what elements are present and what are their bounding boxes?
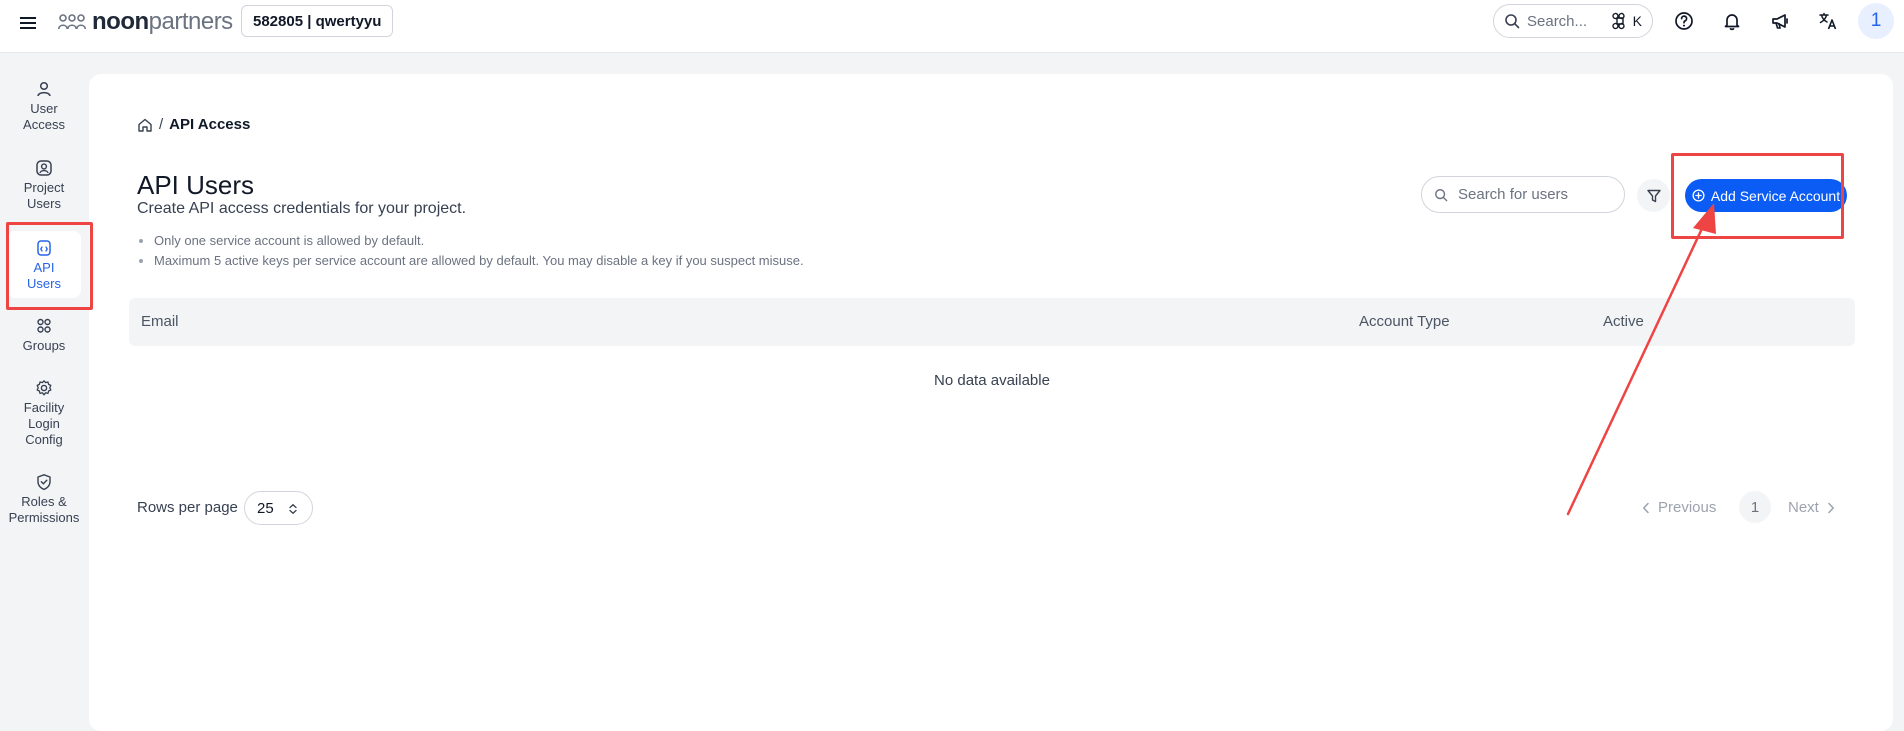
megaphone-icon — [1772, 14, 1788, 29]
chevron-up-down-icon — [289, 503, 297, 515]
sidebar-item-label: Project Users — [23, 180, 65, 211]
api-icon — [37, 240, 51, 256]
rows-per-page-value: 25 — [257, 499, 274, 517]
page-title: API Users — [137, 170, 255, 200]
previous-page-button[interactable]: Previous — [1642, 499, 1716, 516]
table-header: Email Account Type Active — [129, 298, 1855, 346]
logo-people-icon — [58, 14, 86, 30]
breadcrumb-current: API Access — [169, 116, 251, 133]
sidebar-item-label: API Users — [27, 260, 61, 291]
logo-text: noonpartners — [92, 8, 233, 35]
translate-icon — [1819, 12, 1837, 30]
empty-state: No data available — [934, 372, 1050, 389]
column-header-email[interactable]: Email — [141, 313, 179, 330]
groups-icon — [37, 318, 51, 333]
search-icon — [1435, 188, 1448, 201]
breadcrumb-separator: / — [159, 116, 164, 133]
bell-icon — [1724, 14, 1740, 31]
sidebar-nav: User Access Project Users API Users Grou… — [0, 54, 89, 731]
command-key-icon — [1612, 12, 1625, 30]
sidebar-item-api-users[interactable]: API Users — [7, 231, 81, 298]
help-button[interactable] — [1672, 9, 1696, 33]
rows-per-page-label: Rows per page — [137, 499, 238, 516]
filter-button[interactable] — [1637, 179, 1670, 212]
column-header-account-type[interactable]: Account Type — [1359, 313, 1450, 330]
user-badge-icon — [36, 160, 52, 176]
gear-icon — [36, 380, 52, 396]
policy-note: Only one service account is allowed by d… — [137, 231, 804, 251]
next-page-button[interactable]: Next — [1788, 499, 1835, 516]
search-icon — [1505, 14, 1520, 29]
previous-page-label: Previous — [1658, 499, 1717, 516]
sidebar-item-label: Facility Login Config — [23, 400, 65, 447]
project-selector[interactable]: 582805 | qwertyyu — [241, 5, 394, 37]
chevron-left-icon — [1642, 502, 1649, 513]
page-number-button[interactable]: 1 — [1739, 491, 1771, 523]
sidebar-item-label: User Access — [23, 101, 65, 132]
add-service-account-button[interactable]: Add Service Account — [1685, 179, 1847, 212]
user-search-input[interactable] — [1458, 186, 1618, 203]
filter-icon — [1646, 189, 1661, 202]
sidebar-item-facility-login-config[interactable]: Facility Login Config — [7, 379, 81, 448]
plus-circle-icon — [1692, 189, 1705, 202]
page-subtitle: Create API access credentials for your p… — [137, 200, 467, 217]
breadcrumb: / API Access — [137, 116, 250, 133]
add-service-account-label: Add Service Account — [1710, 187, 1841, 204]
user-avatar[interactable]: 1 — [1858, 3, 1894, 39]
global-search[interactable]: Search... K — [1493, 4, 1653, 38]
home-icon[interactable] — [137, 117, 153, 133]
notifications-button[interactable] — [1720, 9, 1744, 33]
shield-check-icon — [37, 474, 51, 491]
rows-per-page-select[interactable]: 25 — [244, 491, 313, 525]
language-button[interactable] — [1816, 9, 1840, 33]
announcements-button[interactable] — [1768, 9, 1792, 33]
search-shortcut: K — [1611, 12, 1642, 30]
column-header-active[interactable]: Active — [1603, 313, 1644, 330]
top-bar: noonpartners 582805 | qwertyyu Search...… — [0, 0, 1904, 53]
noon-partners-logo[interactable]: noonpartners — [58, 10, 233, 34]
menu-icon[interactable] — [18, 13, 38, 33]
user-search-box[interactable] — [1421, 176, 1625, 213]
shortcut-key: K — [1632, 13, 1642, 29]
policy-notes: Only one service account is allowed by d… — [137, 231, 804, 271]
help-circle-icon — [1675, 12, 1693, 30]
global-search-placeholder: Search... — [1527, 12, 1588, 30]
sidebar-item-project-users[interactable]: Project Users — [7, 159, 81, 212]
policy-note: Maximum 5 active keys per service accoun… — [137, 251, 804, 271]
sidebar-item-groups[interactable]: Groups — [7, 317, 81, 354]
sidebar-item-label: Roles & Permissions — [8, 494, 80, 525]
user-icon — [37, 81, 51, 97]
chevron-right-icon — [1828, 502, 1835, 513]
next-page-label: Next — [1788, 499, 1819, 516]
sidebar-item-roles-permissions[interactable]: Roles & Permissions — [7, 473, 81, 526]
sidebar-item-user-access[interactable]: User Access — [7, 80, 81, 133]
main-content: / API Access API Users Create API access… — [89, 74, 1893, 731]
sidebar-item-label: Groups — [22, 338, 66, 353]
